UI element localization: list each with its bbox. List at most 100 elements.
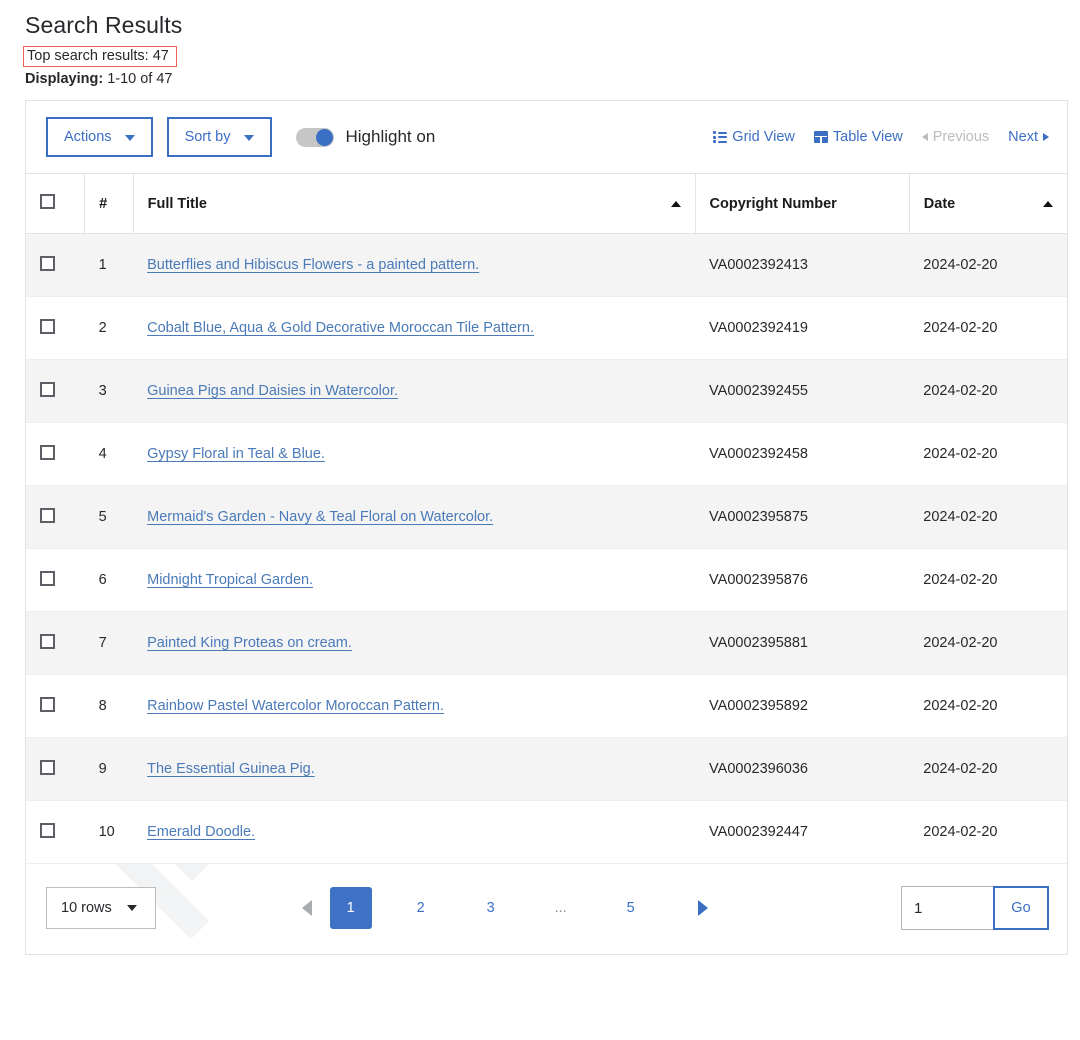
row-select-cell[interactable] bbox=[26, 674, 85, 738]
chevron-down-icon bbox=[243, 135, 254, 141]
chevron-down-icon bbox=[126, 905, 137, 911]
table-row: 8 Rainbow Pastel Watercolor Moroccan Patt… bbox=[26, 674, 1067, 738]
grid-view-button[interactable]: Grid View bbox=[713, 129, 795, 145]
row-select-cell[interactable] bbox=[26, 233, 85, 297]
row-select-cell[interactable] bbox=[26, 800, 85, 864]
row-checkbox[interactable] bbox=[40, 444, 55, 460]
row-checkbox[interactable] bbox=[40, 381, 55, 397]
pagination-ellipsis: ... bbox=[554, 900, 567, 916]
row-date: 2024-02-20 bbox=[909, 737, 1067, 801]
row-number: 1 bbox=[84, 233, 134, 297]
previous-page-button[interactable]: Previous bbox=[921, 129, 990, 145]
row-title-cell: The Essential Guinea Pig. bbox=[133, 737, 696, 801]
row-title-cell: Rainbow Pastel Watercolor Moroccan Patte… bbox=[133, 674, 696, 738]
row-copyright-number: VA0002392419 bbox=[695, 296, 910, 360]
pagination-page-2[interactable]: 2 bbox=[400, 887, 442, 929]
search-results-page: 美丽知识产权 Intellectual Property Search Resu… bbox=[0, 0, 1080, 1040]
row-title-link[interactable]: Emerald Doodle. bbox=[147, 824, 255, 840]
table-row: 3 Guinea Pigs and Daisies in Watercolor. V… bbox=[26, 359, 1067, 423]
pagination-previous-button[interactable] bbox=[284, 887, 330, 929]
table-icon bbox=[813, 131, 828, 143]
row-title-link[interactable]: Gypsy Floral in Teal & Blue. bbox=[147, 446, 325, 462]
column-header-date[interactable]: Date bbox=[909, 173, 1067, 234]
sort-by-button[interactable]: Sort by bbox=[166, 117, 272, 157]
row-date: 2024-02-20 bbox=[909, 233, 1067, 297]
row-checkbox[interactable] bbox=[40, 255, 55, 271]
row-title-link[interactable]: The Essential Guinea Pig. bbox=[147, 761, 315, 777]
pagination-page-5[interactable]: 5 bbox=[610, 887, 652, 929]
row-copyright-number: VA0002392458 bbox=[695, 422, 910, 486]
row-title-cell: Gypsy Floral in Teal & Blue. bbox=[133, 422, 696, 486]
row-select-cell[interactable] bbox=[26, 611, 85, 675]
table-view-label: Table View bbox=[832, 129, 903, 145]
triangle-right-icon bbox=[697, 900, 708, 916]
rows-per-page-label: 10 rows bbox=[61, 900, 112, 916]
row-checkbox[interactable] bbox=[40, 696, 55, 712]
row-number: 3 bbox=[84, 359, 134, 423]
row-select-cell[interactable] bbox=[26, 359, 85, 423]
chevron-right-icon bbox=[1043, 133, 1049, 141]
row-title-link[interactable]: Mermaid's Garden - Navy & Teal Floral on… bbox=[147, 509, 493, 525]
results-toolbar: Actions Sort by Highlight on Grid View T… bbox=[26, 101, 1067, 173]
row-copyright-number: VA0002395876 bbox=[695, 548, 910, 612]
pagination-next-button[interactable] bbox=[680, 887, 726, 929]
row-number: 2 bbox=[84, 296, 134, 360]
row-title-link[interactable]: Cobalt Blue, Aqua & Gold Decorative Moro… bbox=[147, 320, 534, 336]
row-number: 6 bbox=[84, 548, 134, 612]
table-row: 6 Midnight Tropical Garden. VA0002395876 20… bbox=[26, 548, 1067, 612]
chevron-left-icon bbox=[921, 133, 928, 141]
row-select-cell[interactable] bbox=[26, 485, 85, 549]
goto-page-group: Go bbox=[900, 886, 1049, 930]
top-search-results-count: Top search results: 47 bbox=[23, 46, 177, 67]
pagination-page-1[interactable]: 1 bbox=[329, 887, 372, 929]
row-checkbox[interactable] bbox=[40, 570, 55, 586]
column-header-copyright-number[interactable]: Copyright Number bbox=[695, 173, 910, 234]
row-number: 10 bbox=[84, 800, 134, 864]
row-title-link[interactable]: Midnight Tropical Garden. bbox=[147, 572, 313, 588]
row-select-cell[interactable] bbox=[26, 422, 85, 486]
pagination-page-3[interactable]: 3 bbox=[470, 887, 512, 929]
table-row: 5 Mermaid's Garden - Navy & Teal Floral o… bbox=[26, 485, 1067, 549]
row-checkbox[interactable] bbox=[40, 507, 55, 523]
row-title-cell: Butterflies and Hibiscus Flowers - a pai… bbox=[133, 233, 696, 297]
column-header-full-title[interactable]: Full Title bbox=[133, 173, 696, 234]
row-copyright-number: VA0002392455 bbox=[695, 359, 910, 423]
table-view-button[interactable]: Table View bbox=[813, 129, 903, 145]
column-header-number[interactable]: # bbox=[84, 173, 134, 234]
row-select-cell[interactable] bbox=[26, 548, 85, 612]
row-checkbox[interactable] bbox=[40, 822, 55, 838]
go-button[interactable]: Go bbox=[992, 886, 1049, 930]
row-number: 9 bbox=[84, 737, 134, 801]
displaying-value: 1-10 of 47 bbox=[107, 71, 173, 87]
rows-per-page-select[interactable]: 10 rows bbox=[46, 887, 156, 929]
highlight-toggle-switch[interactable] bbox=[295, 127, 334, 147]
row-checkbox[interactable] bbox=[40, 318, 55, 334]
row-copyright-number: VA0002395881 bbox=[695, 611, 910, 675]
table-row: 4 Gypsy Floral in Teal & Blue. VA000239245… bbox=[26, 422, 1067, 486]
row-title-link[interactable]: Rainbow Pastel Watercolor Moroccan Patte… bbox=[147, 698, 444, 714]
actions-button[interactable]: Actions bbox=[46, 117, 153, 157]
row-checkbox[interactable] bbox=[40, 759, 55, 775]
row-date: 2024-02-20 bbox=[909, 548, 1067, 612]
row-date: 2024-02-20 bbox=[909, 485, 1067, 549]
toolbar-right-controls: Grid View Table View Previous Next bbox=[713, 129, 1049, 145]
row-select-cell[interactable] bbox=[26, 296, 85, 360]
column-header-full-title-label: Full Title bbox=[147, 195, 207, 212]
highlight-toggle[interactable]: Highlight on bbox=[295, 127, 435, 147]
select-all-checkbox[interactable] bbox=[40, 194, 55, 209]
row-select-cell[interactable] bbox=[26, 737, 85, 801]
list-icon bbox=[713, 131, 728, 143]
previous-label: Previous bbox=[932, 129, 990, 145]
row-date: 2024-02-20 bbox=[909, 359, 1067, 423]
row-number: 8 bbox=[84, 674, 134, 738]
row-checkbox[interactable] bbox=[40, 633, 55, 649]
row-title-link[interactable]: Painted King Proteas on cream. bbox=[147, 635, 352, 651]
next-page-button[interactable]: Next bbox=[1008, 129, 1049, 145]
column-header-select-all[interactable] bbox=[26, 173, 86, 234]
row-title-link[interactable]: Guinea Pigs and Daisies in Watercolor. bbox=[147, 383, 398, 399]
row-title-cell: Painted King Proteas on cream. bbox=[133, 611, 696, 675]
goto-page-input[interactable] bbox=[900, 886, 993, 930]
row-title-link[interactable]: Butterflies and Hibiscus Flowers - a pai… bbox=[147, 257, 479, 273]
row-copyright-number: VA0002395875 bbox=[695, 485, 910, 549]
row-date: 2024-02-20 bbox=[909, 674, 1067, 738]
